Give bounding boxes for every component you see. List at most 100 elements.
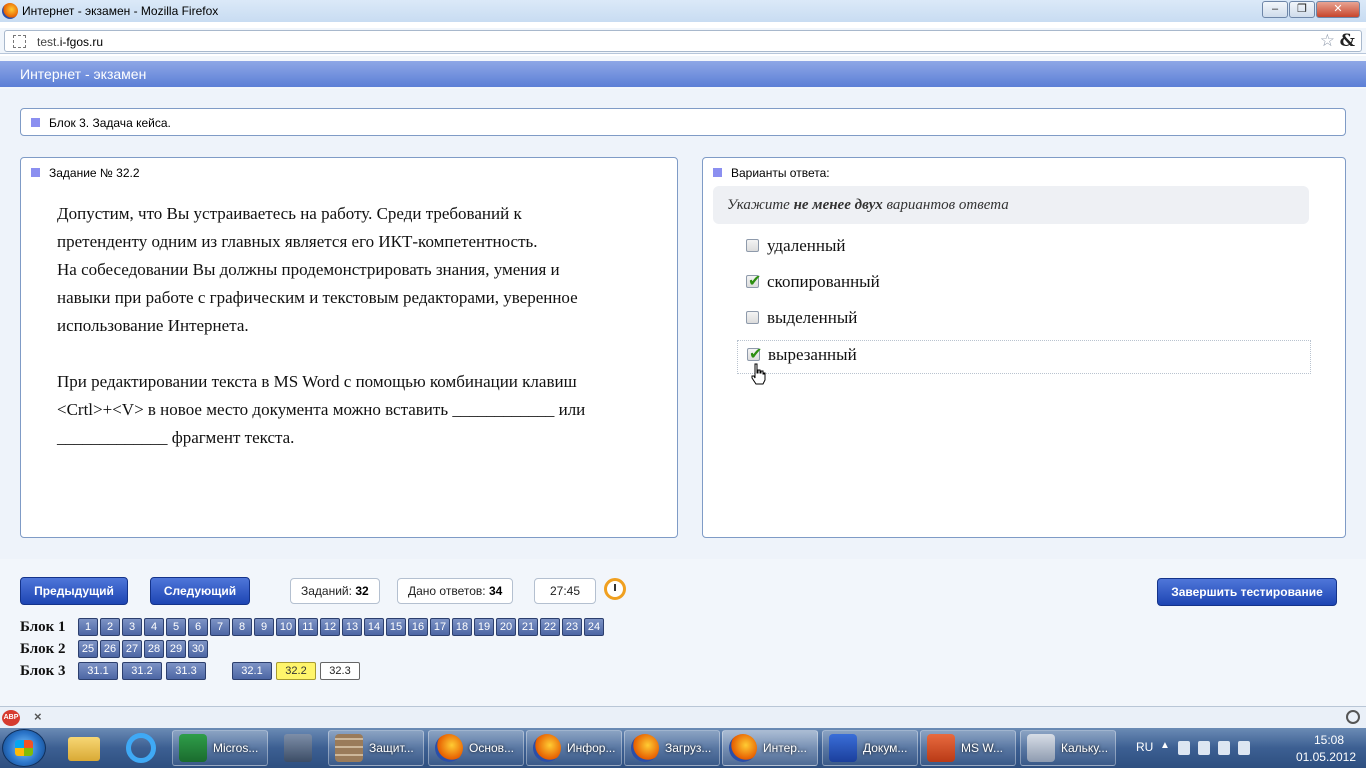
answer-checkbox[interactable]: ✔ — [746, 273, 761, 290]
answer-option-1[interactable]: удаленный — [737, 230, 1311, 264]
explorer-pin[interactable] — [62, 731, 106, 765]
hand-cursor-icon — [751, 363, 766, 385]
question-number-32.1[interactable]: 32.1 — [232, 662, 272, 680]
question-number-17[interactable]: 17 — [430, 618, 450, 636]
question-number-8[interactable]: 8 — [232, 618, 252, 636]
ie-pin[interactable] — [120, 731, 164, 765]
question-number-20[interactable]: 20 — [496, 618, 516, 636]
network-tray-icon[interactable] — [1218, 741, 1230, 755]
question-number-31.1[interactable]: 31.1 — [78, 662, 118, 680]
taskbar-item-excel[interactable]: Micros... — [172, 730, 268, 766]
block-caption: Блок 3. Задача кейса. — [49, 116, 171, 130]
question-number-9[interactable]: 9 — [254, 618, 274, 636]
gear-icon[interactable] — [1346, 710, 1360, 724]
taskbar-item-label: Micros... — [213, 741, 259, 755]
taskbar-item-powerpoint[interactable]: MS W... — [920, 730, 1016, 766]
answer-label[interactable]: удаленный — [767, 236, 846, 256]
close-addon-bar-icon[interactable]: × — [34, 709, 42, 724]
answer-checkbox[interactable] — [746, 239, 759, 252]
question-number-15[interactable]: 15 — [386, 618, 406, 636]
task-caption: Задание № 32.2 — [49, 166, 140, 180]
restore-button[interactable]: ❐ — [1289, 1, 1315, 18]
answer-option-2[interactable]: ✔ скопированный — [737, 266, 1311, 300]
task-panel: Задание № 32.2 Допустим, что Вы устраива… — [20, 157, 678, 538]
tasks-label: Заданий: — [301, 584, 356, 598]
answer-option-4[interactable]: ✔ вырезанный — [737, 340, 1311, 385]
minimize-button[interactable]: – — [1262, 1, 1288, 18]
window-title: Интернет - экзамен - Mozilla Firefox — [22, 4, 219, 18]
taskbar-item-firefox-2[interactable]: Инфор... — [526, 730, 622, 766]
adblock-icon[interactable]: ABP — [2, 710, 20, 726]
taskbar-item-firefox-1[interactable]: Основ... — [428, 730, 524, 766]
answered-value: 34 — [488, 584, 503, 598]
firewall-icon — [335, 734, 363, 762]
volume-tray-icon[interactable] — [1238, 741, 1250, 755]
question-number-22[interactable]: 22 — [540, 618, 560, 636]
show-hidden-icons-icon[interactable]: ▲ — [1160, 740, 1170, 751]
addon-bar: ABP × — [0, 706, 1366, 728]
calculator-icon — [1027, 734, 1055, 762]
next-button[interactable]: Следующий — [150, 577, 250, 605]
question-number-5[interactable]: 5 — [166, 618, 186, 636]
system-tray: RU ▲ 15:08 01.05.2012 — [1116, 728, 1366, 768]
taskbar-item-firewall[interactable]: Защит... — [328, 730, 424, 766]
answer-checkbox[interactable] — [746, 311, 759, 324]
question-number-32.3[interactable]: 32.3 — [320, 662, 360, 680]
question-number-16[interactable]: 16 — [408, 618, 428, 636]
firefox-icon — [2, 3, 18, 19]
question-number-14[interactable]: 14 — [364, 618, 384, 636]
question-number-24[interactable]: 24 — [584, 618, 604, 636]
language-indicator[interactable]: RU — [1136, 740, 1153, 754]
question-number-28[interactable]: 28 — [144, 640, 164, 658]
taskbar-item-word[interactable]: Докум... — [822, 730, 918, 766]
alarm-clock-icon — [604, 578, 626, 600]
bookmark-star-icon[interactable]: ☆ — [1320, 31, 1335, 51]
prev-button[interactable]: Предыдущий — [20, 577, 128, 605]
answer-option-3[interactable]: выделенный — [737, 302, 1311, 336]
taskbar-item-firefox-3[interactable]: Загруз... — [624, 730, 720, 766]
question-number-30[interactable]: 30 — [188, 640, 208, 658]
question-number-21[interactable]: 21 — [518, 618, 538, 636]
timer: 27:45 — [534, 578, 596, 604]
page-content: Интернет - экзамен Блок 3. Задача кейса.… — [0, 56, 1366, 706]
answer-label[interactable]: скопированный — [767, 272, 880, 292]
question-number-7[interactable]: 7 — [210, 618, 230, 636]
flag-tray-icon[interactable] — [1178, 741, 1190, 755]
question-number-13[interactable]: 13 — [342, 618, 362, 636]
answer-label[interactable]: вырезанный — [768, 345, 857, 365]
question-number-26[interactable]: 26 — [100, 640, 120, 658]
question-number-31.2[interactable]: 31.2 — [122, 662, 162, 680]
answer-checkbox[interactable]: ✔ — [747, 346, 762, 363]
question-number-2[interactable]: 2 — [100, 618, 120, 636]
task-line: использование Интернета. — [57, 316, 249, 335]
question-number-29[interactable]: 29 — [166, 640, 186, 658]
usb-tray-icon[interactable] — [1198, 741, 1210, 755]
clock-time[interactable]: 15:08 — [1314, 733, 1344, 747]
taskbar-item-label: Докум... — [863, 741, 908, 755]
question-number-1[interactable]: 1 — [78, 618, 98, 636]
taskbar-item-firefox-active[interactable]: Интер... — [722, 730, 818, 766]
question-number-31.3[interactable]: 31.3 — [166, 662, 206, 680]
start-button[interactable] — [2, 729, 46, 767]
close-window-button[interactable]: ✕ — [1316, 1, 1360, 18]
question-number-12[interactable]: 12 — [320, 618, 340, 636]
address-bar[interactable]: test.i-fgos.ru ☆ & — [4, 30, 1362, 52]
answer-label[interactable]: выделенный — [767, 308, 857, 328]
question-number-10[interactable]: 10 — [276, 618, 296, 636]
question-number-27[interactable]: 27 — [122, 640, 142, 658]
question-number-4[interactable]: 4 — [144, 618, 164, 636]
question-number-19[interactable]: 19 — [474, 618, 494, 636]
question-number-6[interactable]: 6 — [188, 618, 208, 636]
question-number-18[interactable]: 18 — [452, 618, 472, 636]
clock-date[interactable]: 01.05.2012 — [1296, 750, 1356, 764]
finish-test-button[interactable]: Завершить тестирование — [1157, 578, 1337, 606]
block-1-label: Блок 1 — [20, 619, 66, 635]
taskbar-item-calculator[interactable]: Кальку... — [1020, 730, 1116, 766]
question-number-25[interactable]: 25 — [78, 640, 98, 658]
question-number-3[interactable]: 3 — [122, 618, 142, 636]
taskbar-item-m[interactable] — [276, 731, 320, 765]
addon-icon[interactable]: & — [1340, 31, 1355, 51]
question-number-11[interactable]: 11 — [298, 618, 318, 636]
question-number-32.2[interactable]: 32.2 — [276, 662, 316, 680]
question-number-23[interactable]: 23 — [562, 618, 582, 636]
